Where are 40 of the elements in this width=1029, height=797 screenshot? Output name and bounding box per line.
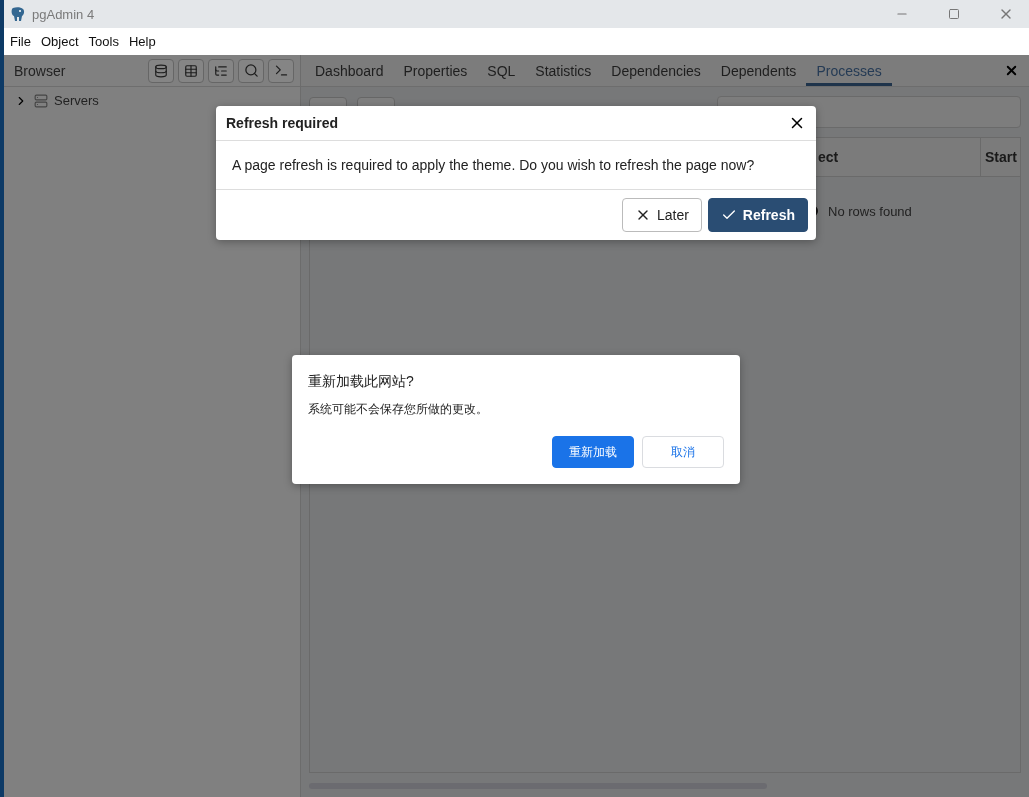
maximize-icon	[948, 8, 960, 20]
table-icon	[184, 63, 198, 78]
tab[interactable]: Statistics	[525, 55, 602, 86]
dialog-message: A page refresh is required to apply the theme. Do you wish to refresh the page now?	[216, 141, 816, 190]
filter-rows-button[interactable]	[208, 58, 234, 83]
tree-item[interactable]: Servers	[4, 87, 300, 114]
dialog-message: 系统可能不会保存您所做的更改。	[308, 401, 489, 418]
tab[interactable]: Properties	[393, 55, 478, 86]
cancel-button[interactable]: 取消	[642, 436, 724, 468]
query-tool-button[interactable]	[148, 58, 174, 83]
panel-title: Browser	[14, 62, 67, 79]
search-icon	[243, 63, 259, 78]
column-header: ect	[817, 148, 840, 167]
tab[interactable]: SQL	[477, 55, 526, 86]
menu-item[interactable]: File	[10, 34, 31, 49]
tree-label: Servers	[54, 93, 99, 108]
dialog-title: 重新加载此网站?	[308, 373, 415, 391]
database-icon	[154, 63, 168, 78]
menu-item[interactable]: Tools	[88, 34, 119, 49]
tab[interactable]: Dependencies	[601, 55, 711, 86]
tab[interactable]: Dashboard	[305, 55, 394, 86]
column-header: Start	[980, 138, 1020, 176]
server-icon	[34, 93, 48, 108]
tab[interactable]: Processes	[806, 55, 892, 86]
view-data-button[interactable]	[178, 58, 204, 83]
terminal-button[interactable]	[268, 58, 294, 83]
menu-item[interactable]: Help	[128, 34, 156, 49]
menu-item[interactable]: Object	[40, 34, 79, 49]
later-button[interactable]: Later	[621, 198, 702, 232]
refresh-button[interactable]: Refresh	[707, 198, 808, 232]
reload-button[interactable]: 重新加载	[552, 436, 634, 468]
close-icon[interactable]	[1004, 63, 1019, 78]
search-button[interactable]	[238, 58, 264, 83]
elephant-logo-icon	[10, 6, 26, 22]
dialog-title: Refresh required	[226, 115, 339, 131]
tab[interactable]: Dependents	[710, 55, 807, 86]
terminal-icon	[273, 63, 289, 78]
empty-message: No rows found	[828, 203, 912, 219]
window-title: pgAdmin 4	[32, 6, 96, 22]
tree-list-icon	[214, 63, 228, 78]
